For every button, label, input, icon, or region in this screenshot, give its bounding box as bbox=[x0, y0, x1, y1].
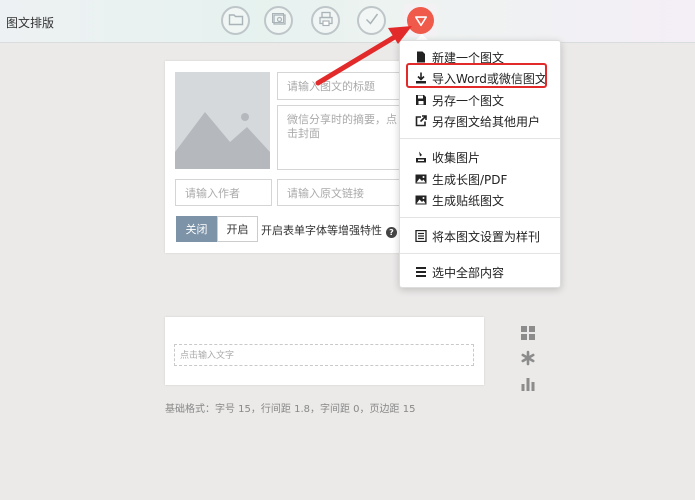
author-input[interactable]: 请输入作者 bbox=[175, 179, 272, 206]
menu-item-collect-images[interactable]: 收集图片 bbox=[415, 147, 480, 167]
summary-textarea[interactable]: 微信分享时的摘要，点击封面 bbox=[277, 105, 407, 170]
content-placeholder: 点击输入文字 bbox=[180, 351, 235, 361]
menu-separator bbox=[400, 138, 560, 139]
cover-image-placeholder[interactable] bbox=[175, 72, 270, 169]
save-button[interactable] bbox=[311, 6, 340, 35]
folder-icon bbox=[228, 11, 244, 31]
check-button[interactable] bbox=[357, 6, 386, 35]
menu-item-select-all[interactable]: 选中全部内容 bbox=[415, 262, 504, 282]
menu-item-label: 选中全部内容 bbox=[432, 265, 505, 280]
feature-label: 开启表单字体等增强特性? bbox=[261, 222, 397, 238]
asterisk-icon[interactable] bbox=[520, 350, 536, 366]
content-editor-card: 点击输入文字 bbox=[165, 317, 484, 385]
images-button[interactable] bbox=[264, 6, 293, 35]
menu-item-label: 另存图文给其他用户 bbox=[432, 114, 541, 129]
menu-item-label: 生成长图/PDF bbox=[432, 172, 508, 187]
menu-item-save-as[interactable]: 另存一个图文 bbox=[415, 90, 504, 110]
top-toolbar: 图文排版 bbox=[0, 0, 695, 43]
select-all-icon bbox=[415, 266, 427, 278]
menu-item-long-image[interactable]: 生成长图/PDF bbox=[415, 169, 507, 189]
help-icon[interactable]: ? bbox=[386, 227, 397, 238]
feature-label-text: 开启表单字体等增强特性 bbox=[261, 224, 382, 237]
menu-item-share[interactable]: 另存图文给其他用户 bbox=[415, 111, 540, 131]
triangle-down-icon bbox=[414, 14, 428, 28]
grid-layout-icon[interactable] bbox=[520, 325, 536, 341]
template-icon bbox=[415, 230, 427, 242]
share-icon bbox=[415, 115, 427, 127]
bar-chart-icon[interactable] bbox=[520, 376, 536, 392]
menu-separator bbox=[400, 217, 560, 218]
content-text-input[interactable]: 点击输入文字 bbox=[174, 344, 474, 366]
folder-button[interactable] bbox=[221, 6, 250, 35]
menu-separator bbox=[400, 253, 560, 254]
image-stack-icon bbox=[271, 11, 287, 31]
new-file-icon bbox=[415, 51, 427, 63]
summary-placeholder: 微信分享时的摘要，点击封面 bbox=[287, 113, 397, 140]
menu-item-set-template[interactable]: 将本图文设置为样刊 bbox=[415, 226, 540, 246]
link-placeholder: 请输入原文链接 bbox=[287, 187, 364, 200]
menu-item-sticker[interactable]: 生成贴纸图文 bbox=[415, 190, 504, 210]
toggle-on-button[interactable]: 开启 bbox=[217, 216, 258, 242]
printer-icon bbox=[318, 11, 334, 31]
menu-item-label: 生成贴纸图文 bbox=[432, 193, 505, 208]
title-input[interactable]: 请输入图文的标题 bbox=[277, 72, 407, 100]
mountain-image-icon bbox=[175, 72, 270, 169]
save-as-icon bbox=[415, 94, 427, 106]
collect-images-icon bbox=[415, 151, 427, 163]
app-title: 图文排版 bbox=[6, 16, 55, 30]
toggle-off-button[interactable]: 关闭 bbox=[176, 216, 217, 242]
check-icon bbox=[364, 11, 380, 31]
menu-item-label: 收集图片 bbox=[432, 150, 481, 165]
import-highlight-box bbox=[406, 63, 547, 88]
source-link-input[interactable]: 请输入原文链接 bbox=[277, 179, 407, 206]
picture-icon bbox=[415, 173, 427, 185]
title-placeholder: 请输入图文的标题 bbox=[287, 80, 375, 93]
sticker-icon bbox=[415, 194, 427, 206]
menu-item-label: 另存一个图文 bbox=[432, 93, 505, 108]
menu-item-label: 将本图文设置为样刊 bbox=[432, 229, 541, 244]
base-format-info: 基础格式：字号 15，行间距 1.8，字间距 0，页边距 15 bbox=[165, 404, 416, 415]
menu-toggle-button[interactable] bbox=[404, 4, 437, 37]
author-placeholder: 请输入作者 bbox=[185, 187, 240, 200]
